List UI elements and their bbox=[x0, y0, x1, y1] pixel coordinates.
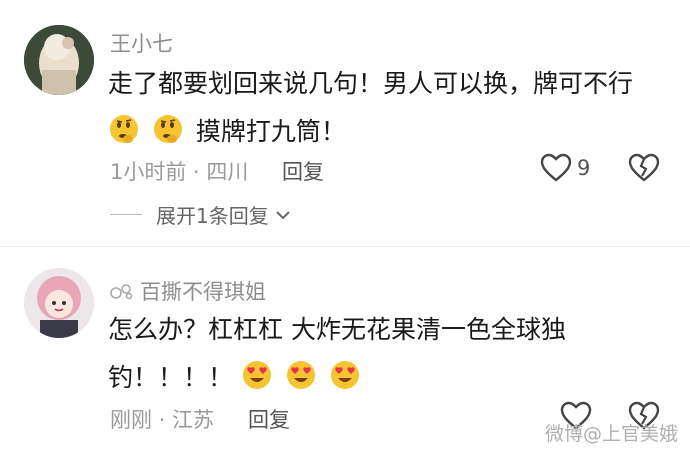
comment-text: 走了都要划回来说几句！男人可以换，牌可不行 摸牌打九筒！ bbox=[108, 60, 633, 156]
comment-divider bbox=[0, 246, 690, 247]
expand-replies-label[interactable]: 展开1条回复 bbox=[156, 200, 269, 229]
expand-replies[interactable]: 展开1条回复 bbox=[110, 200, 291, 229]
comment-line-text: 摸牌打九筒！ bbox=[195, 117, 346, 146]
comment-line: 摸牌打九筒！ bbox=[108, 108, 633, 156]
username-text[interactable]: 百撕不得琪姐 bbox=[140, 276, 266, 306]
username[interactable]: 王小七 bbox=[110, 28, 173, 58]
heart-eyes-emoji bbox=[286, 361, 315, 389]
heart-eyes-emoji bbox=[242, 361, 271, 389]
like-icon[interactable] bbox=[540, 153, 572, 183]
avatar[interactable] bbox=[24, 25, 94, 95]
username[interactable]: 百撕不得琪姐 bbox=[110, 276, 266, 306]
comment-line: 钓！！！！ bbox=[108, 354, 566, 402]
bubble-badge-icon bbox=[110, 284, 133, 300]
watermark: 微博@上官美娥 bbox=[544, 423, 678, 445]
dislike-icon[interactable] bbox=[628, 153, 660, 183]
timestamp-location: 刚刚 · 江苏 bbox=[110, 408, 215, 432]
avatar[interactable] bbox=[24, 268, 94, 338]
comment-text: 怎么办？杠杠杠 大炸无花果清一色全球独 钓！！！！ bbox=[108, 306, 566, 402]
timestamp-location: 1小时前 · 四川 bbox=[110, 160, 249, 184]
reply-button[interactable]: 回复 bbox=[248, 404, 290, 434]
comment-line-text: 钓！！！！ bbox=[108, 363, 234, 392]
expand-divider-line bbox=[110, 214, 142, 215]
heart-eyes-emoji bbox=[330, 361, 359, 389]
like-count: 9 bbox=[577, 156, 591, 180]
comment-line: 怎么办？杠杠杠 大炸无花果清一色全球独 bbox=[108, 315, 566, 344]
thinking-face-emoji bbox=[153, 115, 182, 143]
thinking-face-emoji bbox=[110, 115, 138, 143]
chevron-down-icon[interactable] bbox=[275, 209, 291, 221]
comment-line: 走了都要划回来说几句！男人可以换，牌可不行 bbox=[108, 69, 634, 98]
reply-button[interactable]: 回复 bbox=[282, 156, 324, 186]
